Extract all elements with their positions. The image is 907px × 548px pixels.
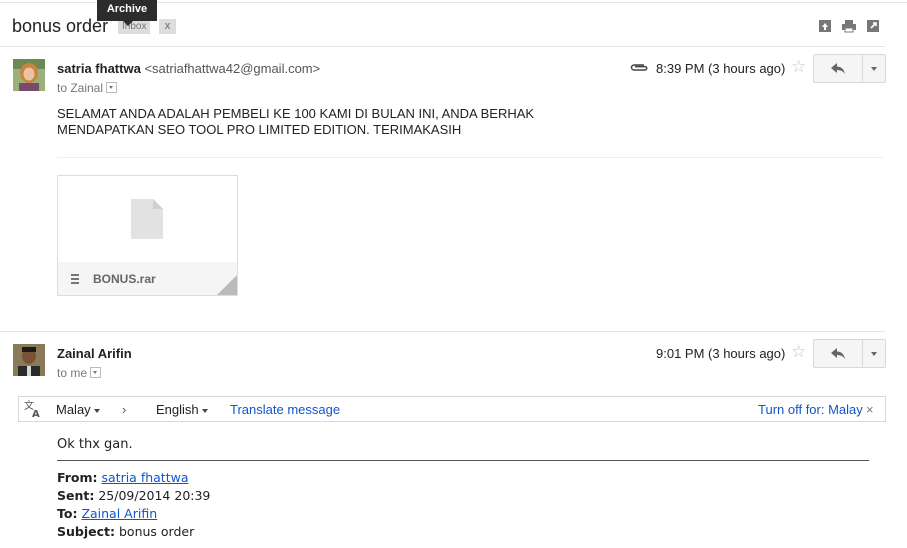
- new-window-icon[interactable]: [866, 19, 880, 33]
- archive-file-icon: [71, 274, 79, 284]
- subject-label: Subject:: [57, 524, 115, 539]
- file-icon: [131, 199, 163, 239]
- expand-all-icon[interactable]: [818, 19, 832, 33]
- avatar-satria[interactable]: [13, 59, 45, 91]
- quoted-sent-row: Sent: 25/09/2014 20:39: [57, 487, 210, 505]
- quoted-to-row: To: Zainal Arifin: [57, 505, 210, 523]
- attachment-divider: [57, 157, 883, 158]
- message1-reply-group: [813, 54, 886, 83]
- page-fold: [217, 275, 237, 295]
- show-details-dropdown[interactable]: [90, 367, 102, 379]
- chevron-down-icon: [201, 408, 208, 413]
- attachment-paperclip-icon: [630, 64, 648, 71]
- source-language-label: Malay: [56, 402, 91, 417]
- body-line: MENDAPATKAN SEO TOOL PRO LIMITED EDITION…: [57, 122, 462, 137]
- quoted-header: From: satria fhattwa Sent: 25/09/2014 20…: [57, 469, 210, 541]
- to-link[interactable]: Zainal Arifin: [81, 506, 157, 521]
- subject-value: bonus order: [118, 524, 195, 539]
- message1-time[interactable]: 8:39 PM (3 hours ago): [656, 61, 785, 76]
- turn-off-translation-link[interactable]: Turn off for: Malay: [758, 402, 863, 417]
- quote-separator: [57, 460, 869, 461]
- close-translate-button[interactable]: ×: [866, 402, 874, 417]
- reply-icon: [831, 348, 845, 359]
- archive-tooltip: Archive: [97, 0, 157, 26]
- message1-recipients[interactable]: to Zainal: [57, 81, 118, 95]
- chevron-right-icon: ›: [122, 402, 127, 417]
- from-label: From:: [57, 470, 98, 485]
- message2-body: Ok thx gan.: [57, 437, 133, 452]
- reply-button[interactable]: [814, 340, 863, 367]
- sent-value: 25/09/2014 20:39: [98, 488, 211, 503]
- quoted-from-row: From: satria fhattwa: [57, 469, 210, 487]
- more-options-button[interactable]: [863, 55, 885, 82]
- message2-time[interactable]: 9:01 PM (3 hours ago): [656, 346, 785, 361]
- star-icon[interactable]: ☆: [791, 342, 806, 362]
- recipient-text: to Zainal: [57, 81, 104, 95]
- message-divider: [0, 331, 885, 332]
- reply-button[interactable]: [814, 55, 863, 82]
- attachment-name: BONUS.rar: [93, 272, 156, 286]
- target-language-label: English: [156, 402, 199, 417]
- source-language-select[interactable]: Malay: [56, 402, 100, 417]
- translate-message-link[interactable]: Translate message: [230, 402, 340, 417]
- chevron-down-icon: [93, 408, 100, 413]
- reply-icon: [831, 63, 845, 74]
- remove-label-button[interactable]: x: [159, 19, 176, 34]
- sent-label: Sent:: [57, 488, 95, 503]
- message1-body: SELAMAT ANDA ADALAH PEMBELI KE 100 KAMI …: [57, 106, 617, 138]
- show-details-dropdown[interactable]: [106, 82, 118, 94]
- message2-reply-group: [813, 339, 886, 368]
- from-link[interactable]: satria fhattwa: [102, 470, 189, 485]
- avatar-zainal[interactable]: [13, 344, 45, 376]
- to-label: To:: [57, 506, 78, 521]
- header-divider: [0, 46, 885, 47]
- translate-bar: 文 A Malay › English Translate message Tu…: [18, 396, 886, 422]
- sender-name: satria fhattwa: [57, 61, 141, 76]
- quoted-subject-row: Subject: bonus order: [57, 523, 210, 541]
- target-language-select[interactable]: English: [156, 402, 208, 417]
- attachment-card[interactable]: BONUS.rar: [57, 175, 238, 296]
- more-options-button[interactable]: [863, 340, 885, 367]
- translate-icon: 文 A: [24, 399, 40, 418]
- message1-sender[interactable]: satria fhattwa <satriafhattwa42@gmail.co…: [57, 61, 320, 76]
- thread-subject: bonus order: [12, 16, 109, 36]
- recipient-text: to me: [57, 366, 88, 380]
- message2-recipients[interactable]: to me: [57, 366, 102, 380]
- message2-sender[interactable]: Zainal Arifin: [57, 346, 132, 361]
- svg-text:A: A: [32, 409, 40, 418]
- print-icon[interactable]: [842, 19, 856, 33]
- star-icon[interactable]: ☆: [791, 57, 806, 77]
- body-line: SELAMAT ANDA ADALAH PEMBELI KE 100 KAMI …: [57, 106, 535, 121]
- sender-email: <satriafhattwa42@gmail.com>: [144, 61, 321, 76]
